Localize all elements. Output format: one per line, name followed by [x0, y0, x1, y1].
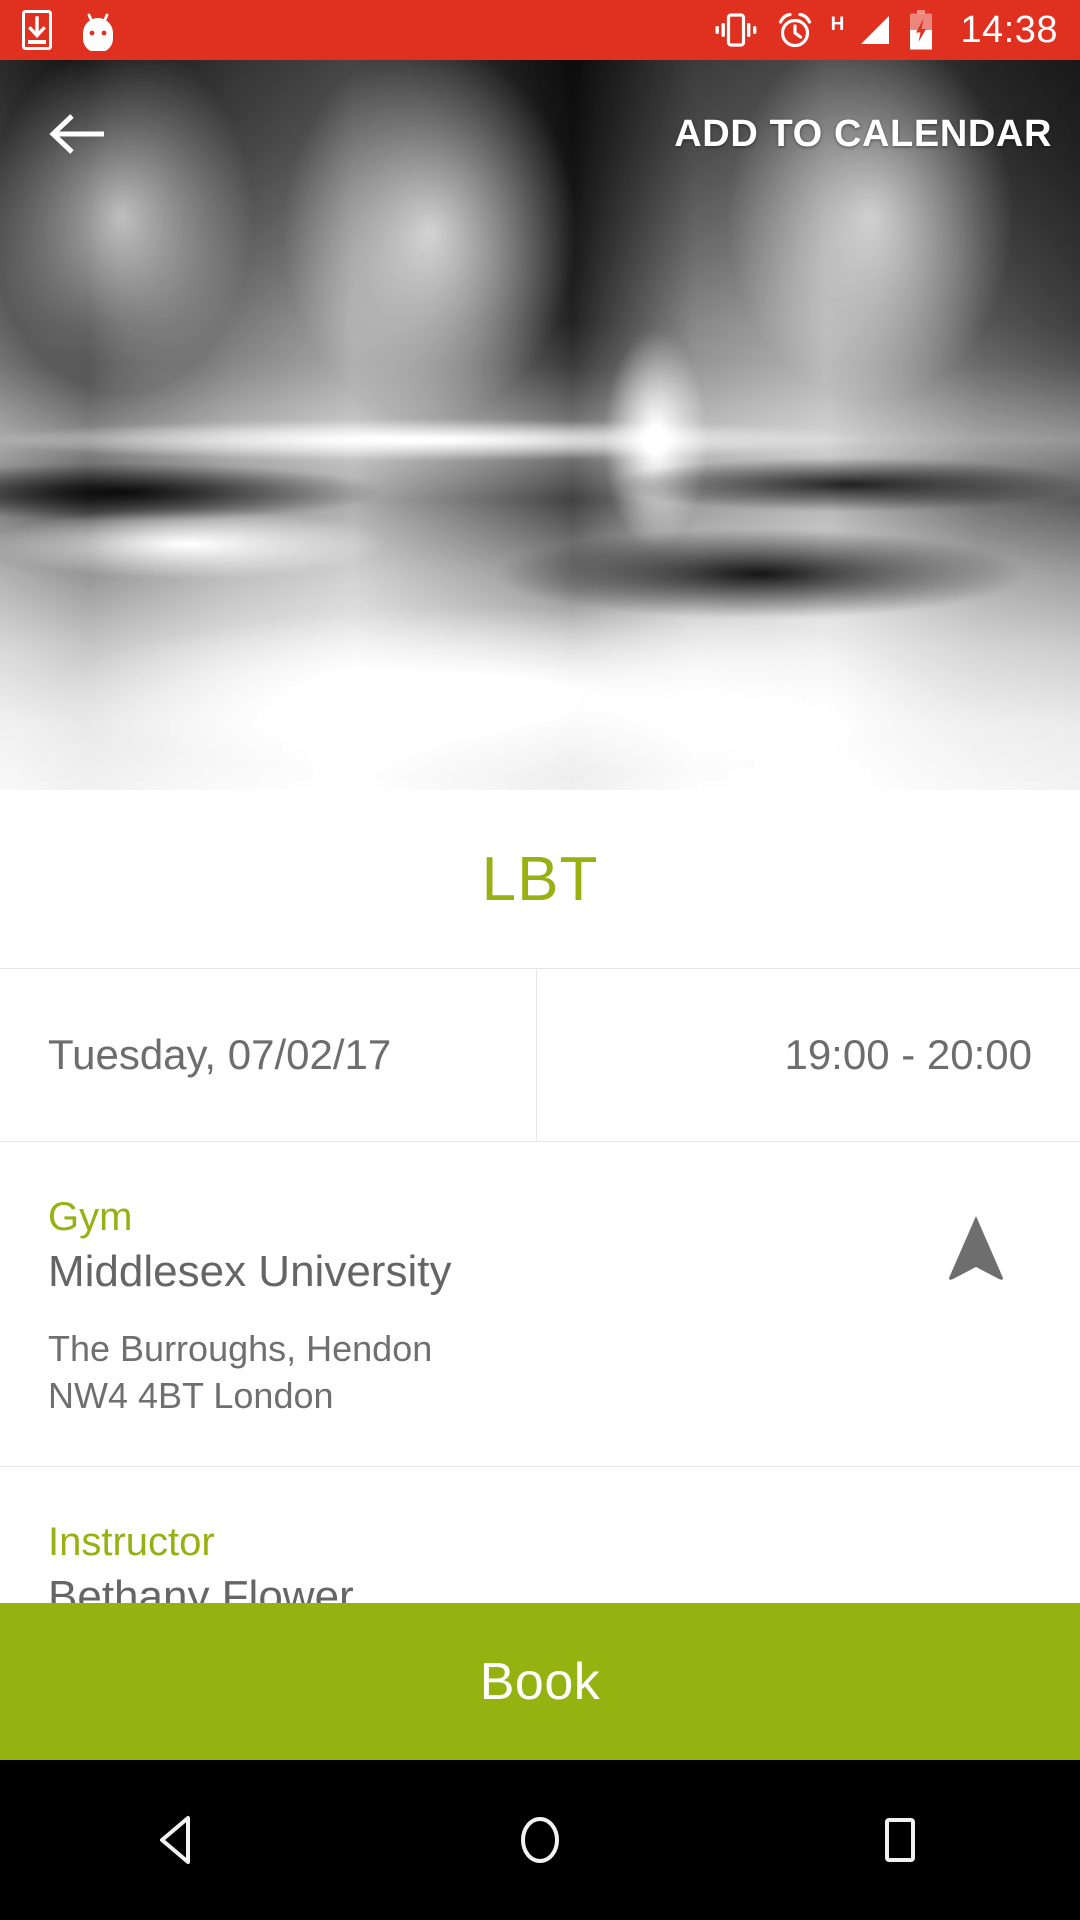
hero-toolbar: ADD TO CALENDAR — [0, 60, 1080, 208]
download-icon — [22, 10, 52, 50]
location-name: Middlesex University — [48, 1247, 452, 1296]
android-back-button[interactable] — [100, 1780, 260, 1900]
status-bar-clock: 14:38 — [960, 8, 1058, 51]
location-address-line-1: The Burroughs, Hendon — [48, 1327, 433, 1369]
book-button-label: Book — [479, 1652, 601, 1711]
back-button[interactable] — [46, 102, 110, 166]
instructor-label: Instructor — [48, 1519, 215, 1564]
location-address: The Burroughs, Hendon NW4 4BT London — [48, 1325, 1032, 1420]
schedule-row: Tuesday, 07/02/17 19:00 - 20:00 — [0, 969, 1080, 1141]
android-nav-bar — [0, 1760, 1080, 1920]
square-recents-icon — [885, 1818, 915, 1862]
status-bar-left-icons — [22, 9, 118, 53]
alarm-clock-icon — [775, 10, 815, 50]
add-to-calendar-button[interactable]: ADD TO CALENDAR — [670, 103, 1056, 166]
navigation-arrow-icon — [949, 1216, 1003, 1280]
battery-charging-icon — [908, 10, 934, 50]
schedule-time-cell: 19:00 - 20:00 — [537, 969, 1080, 1141]
android-recents-button[interactable] — [820, 1780, 980, 1900]
class-title-section: LBT — [0, 790, 1080, 968]
network-type-label: H — [830, 13, 845, 35]
arrow-left-icon — [49, 114, 104, 154]
schedule-date-cell: Tuesday, 07/02/17 — [0, 969, 537, 1141]
status-bar: H 14:38 — [0, 0, 1080, 60]
class-title: LBT — [481, 844, 599, 914]
schedule-date: Tuesday, 07/02/17 — [48, 1031, 392, 1078]
location-address-line-2: NW4 4BT London — [48, 1375, 334, 1417]
location-section: Gym Middlesex University The Burroughs, … — [0, 1142, 1080, 1466]
book-button[interactable]: Book — [0, 1603, 1080, 1760]
vibrate-icon — [713, 12, 759, 48]
app-screen: H 14:38 ADD TO CALENDAR LBT Tuesday, 07/… — [0, 0, 1080, 1920]
schedule-time: 19:00 - 20:00 — [784, 1031, 1032, 1078]
hero-image: ADD TO CALENDAR — [0, 60, 1080, 790]
circle-home-icon — [521, 1817, 559, 1863]
android-mascot-icon — [78, 9, 118, 53]
location-label: Gym — [48, 1195, 133, 1239]
android-home-button[interactable] — [460, 1780, 620, 1900]
directions-button[interactable] — [928, 1200, 1024, 1296]
signal-hspa-icon — [856, 12, 892, 48]
triangle-back-icon — [160, 1816, 190, 1864]
status-bar-right-icons: H 14:38 — [713, 9, 1058, 52]
